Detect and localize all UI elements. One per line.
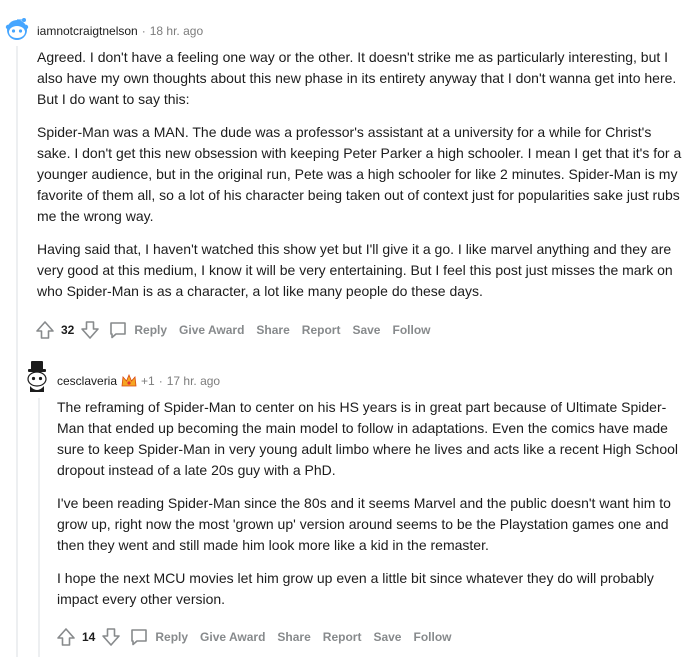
report-button[interactable]: Report [323, 630, 362, 644]
save-button[interactable]: Save [352, 323, 380, 337]
top-hat-snoo-avatar-icon [27, 361, 47, 392]
give-award-button[interactable]: Give Award [179, 323, 244, 337]
award-crown-icon[interactable] [121, 374, 137, 388]
reply-icon[interactable] [129, 627, 149, 647]
separator: · [158, 374, 163, 388]
downvote-icon[interactable] [80, 320, 100, 340]
comment-body: Agreed. I don't have a feeling one way o… [37, 47, 687, 314]
give-award-button[interactable]: Give Award [200, 630, 265, 644]
follow-button[interactable]: Follow [392, 323, 430, 337]
username[interactable]: iamnotcraigtnelson [37, 24, 138, 38]
thread-line-main[interactable] [16, 46, 18, 657]
upvote-icon[interactable] [56, 627, 76, 647]
vote-count: 32 [61, 323, 75, 337]
reply-button[interactable]: Reply [155, 630, 188, 644]
reply-button[interactable]: Reply [134, 323, 167, 337]
upvote-icon[interactable] [35, 320, 55, 340]
comment-actions: 14 Reply Give Award Share Report Save Fo… [56, 627, 463, 647]
comment-paragraph: Agreed. I don't have a feeling one way o… [37, 49, 677, 107]
vote-controls: 32 [35, 320, 100, 340]
separator: · [141, 24, 146, 38]
avatar[interactable] [2, 14, 32, 44]
downvote-icon[interactable] [101, 627, 121, 647]
share-button[interactable]: Share [256, 323, 289, 337]
comment-body: The reframing of Spider-Man to center on… [57, 397, 687, 622]
reply-icon[interactable] [108, 320, 128, 340]
username[interactable]: cesclaveria [57, 374, 117, 388]
comment-header: iamnotcraigtnelson · 18 hr. ago [37, 24, 203, 38]
timestamp[interactable]: 18 hr. ago [150, 24, 203, 38]
comment-paragraph: Having said that, I haven't watched this… [37, 241, 673, 299]
snoo-avatar-icon [5, 18, 29, 40]
vote-controls: 14 [56, 627, 121, 647]
report-button[interactable]: Report [302, 323, 341, 337]
comment-paragraph: The reframing of Spider-Man to center on… [57, 399, 678, 478]
thread-line-reply[interactable] [38, 398, 40, 657]
award-count: +1 [141, 374, 155, 388]
share-button[interactable]: Share [277, 630, 310, 644]
comment-paragraph: I hope the next MCU movies let him grow … [57, 570, 654, 607]
comment-actions: 32 Reply Give Award Share Report Save Fo… [35, 320, 442, 340]
comment-paragraph: Spider-Man was a MAN. The dude was a pro… [37, 124, 682, 224]
save-button[interactable]: Save [373, 630, 401, 644]
vote-count: 14 [82, 630, 96, 644]
comment-header: cesclaveria +1 · 17 hr. ago [57, 374, 220, 388]
timestamp[interactable]: 17 hr. ago [167, 374, 220, 388]
comment-paragraph: I've been reading Spider-Man since the 8… [57, 495, 671, 553]
follow-button[interactable]: Follow [413, 630, 451, 644]
avatar[interactable] [22, 360, 52, 394]
